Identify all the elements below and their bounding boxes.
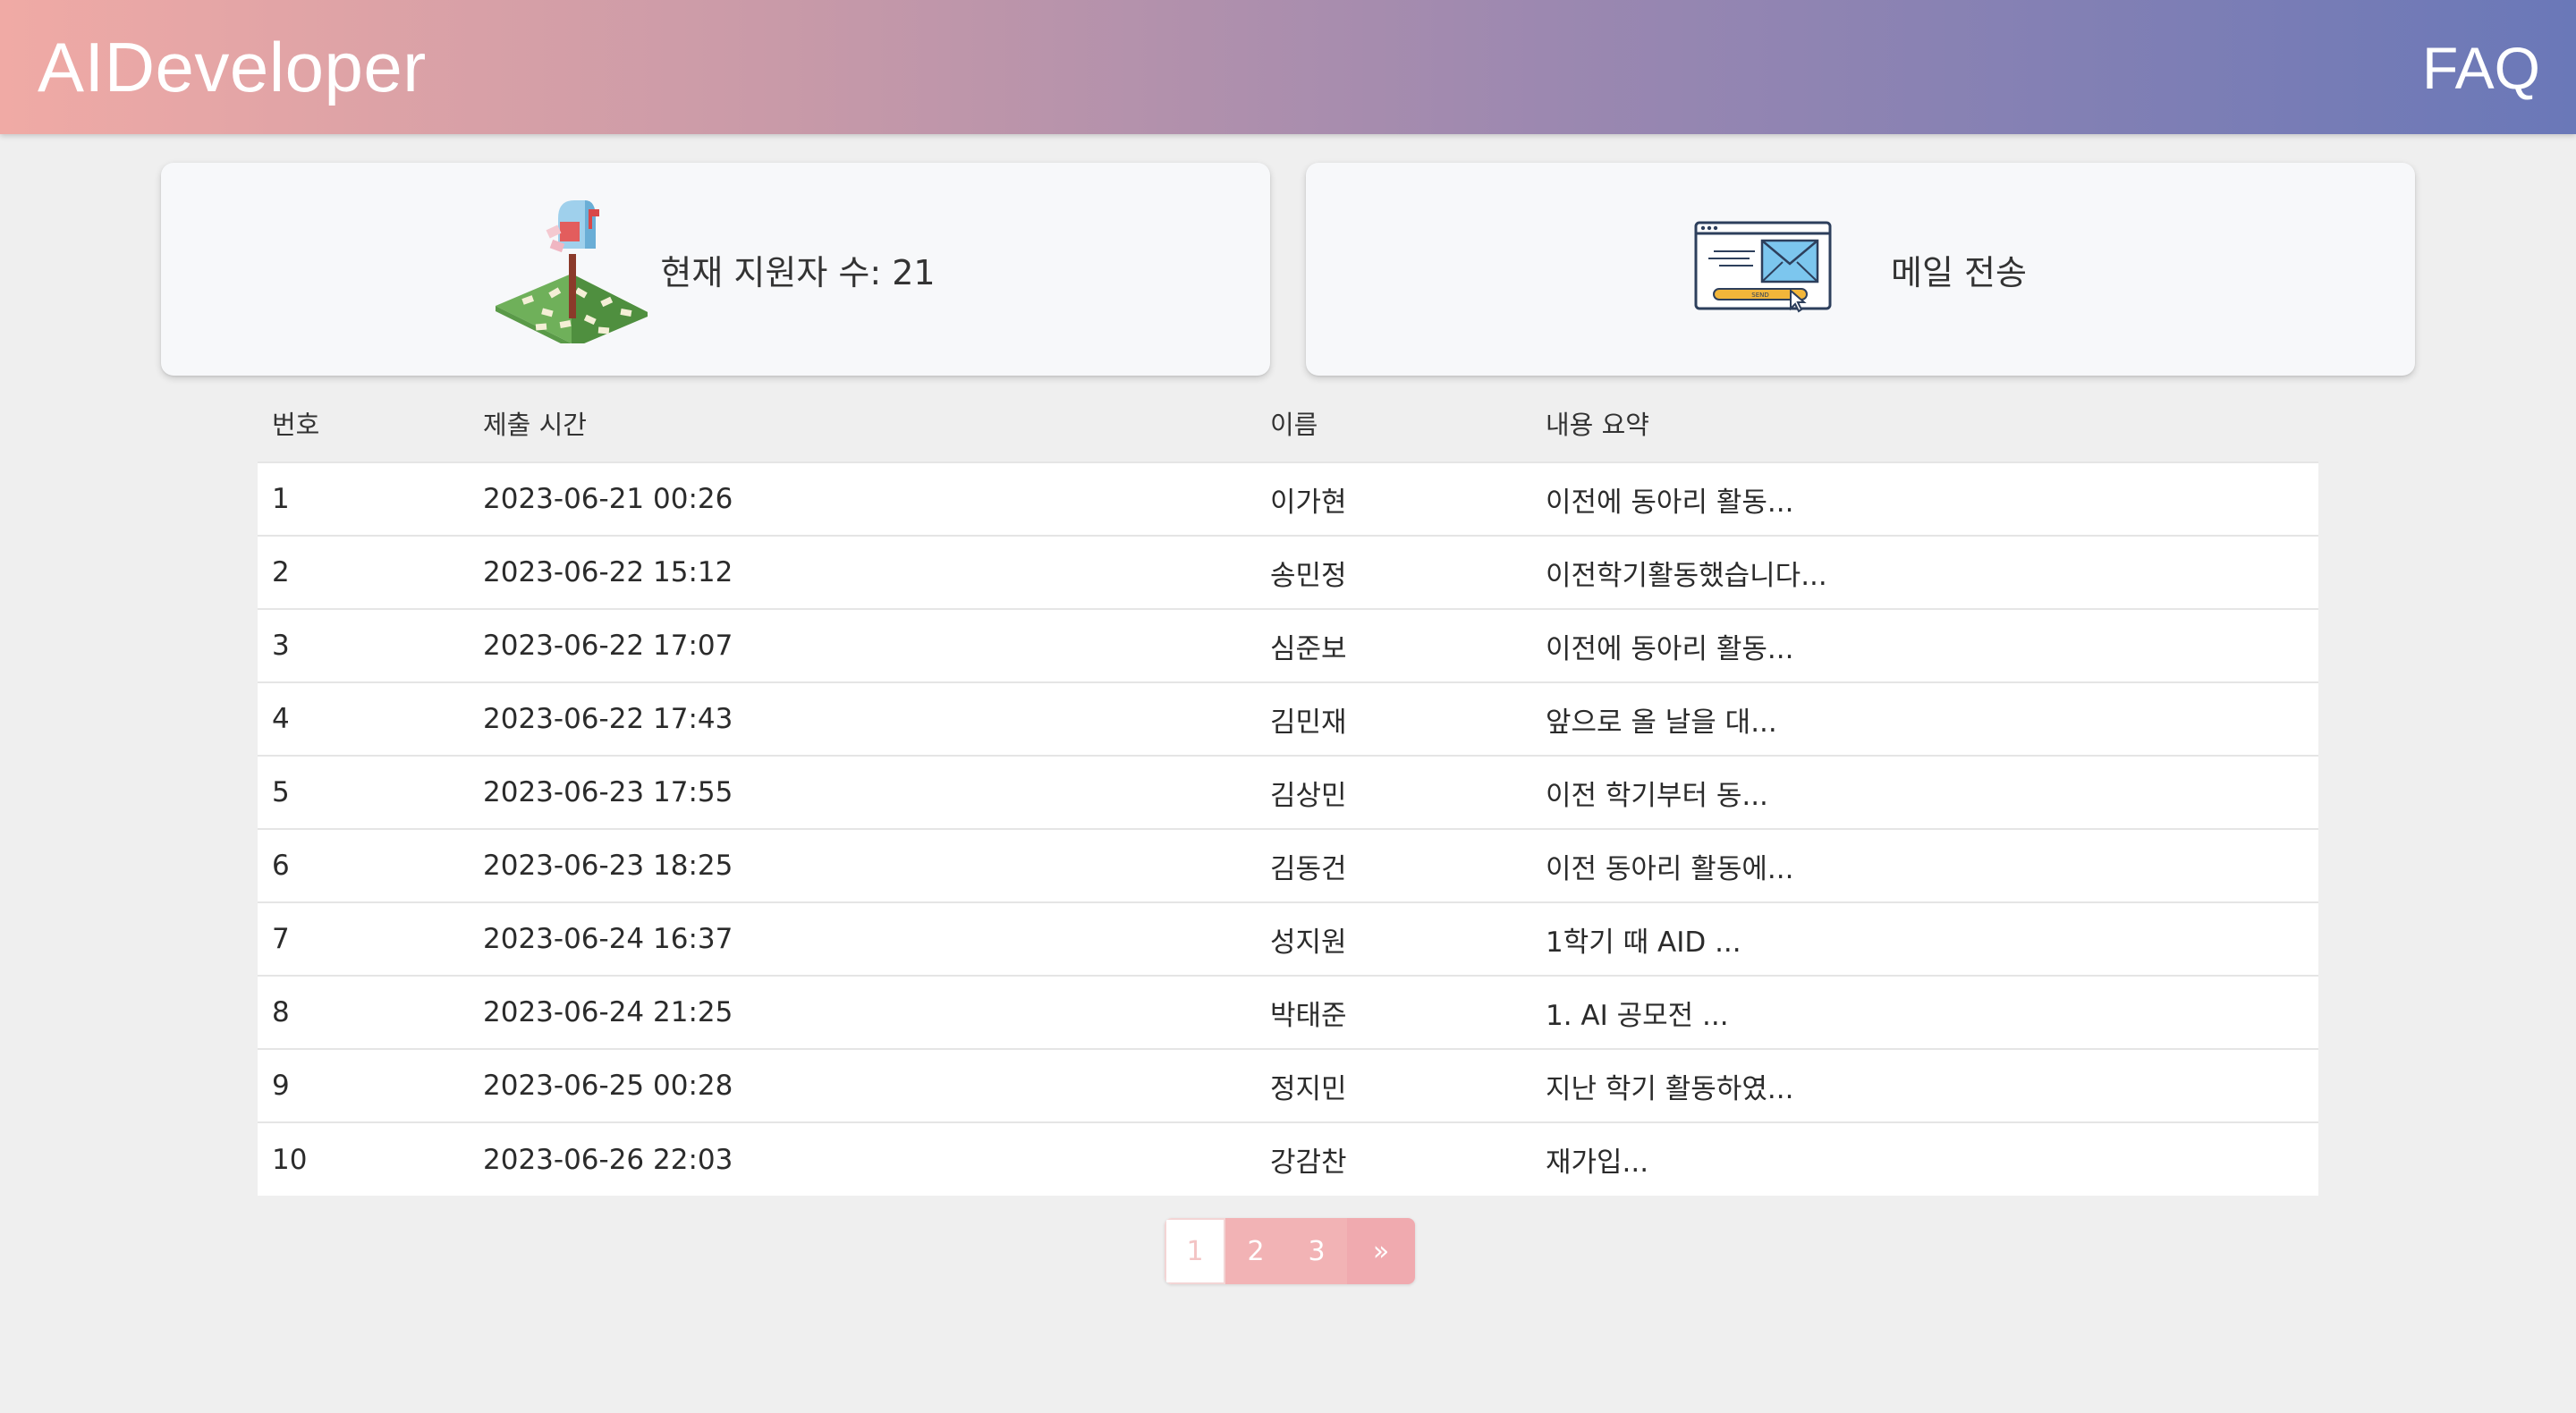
column-header-summary: 내용 요약 (1546, 410, 1649, 440)
column-header-number: 번호 (272, 410, 320, 440)
cell-number: 6 (258, 828, 469, 902)
cell-name: 정지민 (1256, 1048, 1531, 1122)
cell-name: 심준보 (1256, 608, 1531, 682)
table-header-row: 번호 제출 시간 이름 내용 요약 (258, 385, 2318, 462)
cell-number: 3 (258, 608, 469, 682)
pagination: 1 2 3 » (1165, 1218, 1415, 1284)
cell-submit-time: 2023-06-22 17:07 (469, 608, 1256, 682)
cell-number: 10 (258, 1121, 469, 1196)
page-button-3[interactable]: 3 (1286, 1218, 1347, 1284)
table-row[interactable]: 1 2023-06-21 00:26 이가현 이전에 동아리 활동... (258, 461, 2318, 536)
cell-summary: 1. AI 공모전 ... (1531, 975, 2318, 1049)
brand-logo-text[interactable]: AIDeveloper (38, 25, 427, 109)
cell-name: 박태준 (1256, 975, 1531, 1049)
cell-summary: 지난 학기 활동하였... (1531, 1048, 2318, 1122)
cell-summary: 이전에 동아리 활동... (1531, 608, 2318, 682)
cell-summary: 재가입... (1531, 1121, 2318, 1196)
faq-link[interactable]: FAQ (2422, 32, 2540, 104)
table-row[interactable]: 6 2023-06-23 18:25 김동건 이전 동아리 활동에... (258, 828, 2318, 902)
cell-number: 8 (258, 975, 469, 1049)
cell-summary: 이전학기활동했습니다... (1531, 535, 2318, 609)
table-row[interactable]: 3 2023-06-22 17:07 심준보 이전에 동아리 활동... (258, 608, 2318, 682)
applicants-table-container: 번호 제출 시간 이름 내용 요약 1 2023-06-21 00:26 이가현… (258, 385, 2318, 1196)
page-button-2[interactable]: 2 (1225, 1218, 1286, 1284)
cell-number: 9 (258, 1048, 469, 1122)
cell-summary: 이전에 동아리 활동... (1531, 461, 2318, 536)
cell-summary: 이전 동아리 활동에... (1531, 828, 2318, 902)
table-row[interactable]: 4 2023-06-22 17:43 김민재 앞으로 올 날을 대... (258, 681, 2318, 756)
cell-name: 김동건 (1256, 828, 1531, 902)
applicants-table: 번호 제출 시간 이름 내용 요약 1 2023-06-21 00:26 이가현… (258, 385, 2318, 1196)
send-mail-text: 메일 전송 (1891, 252, 2027, 292)
column-header-submit-time: 제출 시간 (483, 410, 587, 440)
applicant-count-card[interactable]: 현재 지원자 수: 21 (161, 163, 1270, 376)
cell-number: 1 (258, 461, 469, 536)
cell-submit-time: 2023-06-25 00:28 (469, 1048, 1256, 1122)
cell-submit-time: 2023-06-22 15:12 (469, 535, 1256, 609)
cell-number: 2 (258, 535, 469, 609)
cell-submit-time: 2023-06-23 17:55 (469, 755, 1256, 829)
table-row[interactable]: 8 2023-06-24 21:25 박태준 1. AI 공모전 ... (258, 975, 2318, 1049)
cell-summary: 앞으로 올 날을 대... (1531, 681, 2318, 756)
applicant-count-text: 현재 지원자 수: 21 (660, 252, 936, 292)
cell-submit-time: 2023-06-24 21:25 (469, 975, 1256, 1049)
table-row[interactable]: 5 2023-06-23 17:55 김상민 이전 학기부터 동... (258, 755, 2318, 829)
table-row[interactable]: 7 2023-06-24 16:37 성지원 1학기 때 AID ... (258, 901, 2318, 976)
cell-number: 4 (258, 681, 469, 756)
cell-name: 이가현 (1256, 461, 1531, 536)
cell-submit-time: 2023-06-23 18:25 (469, 828, 1256, 902)
cell-number: 5 (258, 755, 469, 829)
cell-name: 강감찬 (1256, 1121, 1531, 1196)
cell-submit-time: 2023-06-21 00:26 (469, 461, 1256, 536)
column-header-name: 이름 (1270, 410, 1318, 440)
svg-text:SEND: SEND (1751, 292, 1769, 299)
cell-number: 7 (258, 901, 469, 976)
page-button-1[interactable]: 1 (1165, 1218, 1225, 1284)
table-row[interactable]: 9 2023-06-25 00:28 정지민 지난 학기 활동하였... (258, 1048, 2318, 1122)
mailbox-illustration-icon (496, 191, 648, 349)
cell-submit-time: 2023-06-26 22:03 (469, 1121, 1256, 1196)
cell-summary: 이전 학기부터 동... (1531, 755, 2318, 829)
send-mail-card[interactable]: SEND 메일 전송 (1306, 163, 2415, 376)
table-row[interactable]: 10 2023-06-26 22:03 강감찬 재가입... (258, 1121, 2318, 1196)
cell-name: 송민정 (1256, 535, 1531, 609)
next-page-button[interactable]: » (1347, 1218, 1415, 1284)
email-send-illustration-icon: SEND (1694, 221, 1837, 317)
top-navbar: AIDeveloper FAQ (0, 0, 2576, 134)
cell-name: 성지원 (1256, 901, 1531, 976)
table-row[interactable]: 2 2023-06-22 15:12 송민정 이전학기활동했습니다... (258, 535, 2318, 609)
cell-name: 김민재 (1256, 681, 1531, 756)
cell-submit-time: 2023-06-24 16:37 (469, 901, 1256, 976)
cell-name: 김상민 (1256, 755, 1531, 829)
cell-summary: 1학기 때 AID ... (1531, 901, 2318, 976)
cell-submit-time: 2023-06-22 17:43 (469, 681, 1256, 756)
